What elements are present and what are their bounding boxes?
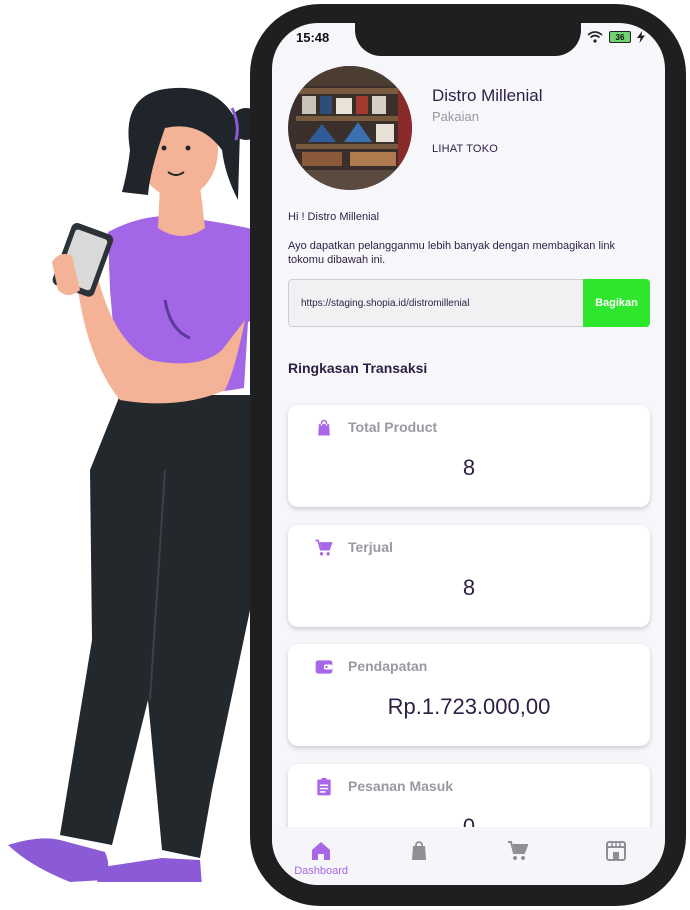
share-url-field[interactable]: https://staging.shopia.id/distromillenia…: [288, 279, 583, 327]
card-label: Pesanan Masuk: [348, 778, 454, 794]
app-screen: 15:48 36 Distro Millenial Pakaian LIHAT: [272, 23, 665, 885]
store-icon: [605, 841, 626, 861]
nav-store[interactable]: [567, 827, 665, 885]
shoe-sole: [96, 882, 202, 888]
share-button[interactable]: Bagikan: [583, 279, 650, 327]
nav-products[interactable]: [370, 827, 468, 885]
phone-notch: [355, 4, 581, 56]
status-time: 15:48: [296, 30, 330, 45]
card-label: Terjual: [348, 539, 393, 555]
nav-dashboard[interactable]: Dashboard: [272, 827, 370, 885]
summary-title: Ringkasan Transaksi: [288, 360, 428, 376]
eye: [161, 145, 167, 151]
eye: [185, 145, 191, 151]
store-name: Distro Millenial: [432, 86, 543, 105]
nav-cart[interactable]: [469, 827, 567, 885]
left-shoe: [8, 838, 109, 882]
shopping-bag-icon: [318, 419, 330, 436]
card-label: Total Product: [348, 419, 438, 435]
wallet-icon: [315, 660, 333, 674]
nav-label: Dashboard: [294, 865, 349, 877]
card-label: Pendapatan: [348, 658, 428, 674]
card-value: Rp.1.723.000,00: [387, 694, 551, 719]
pants: [60, 395, 262, 858]
share-info-text: Ayo dapatkan pelangganmu lebih banyak de…: [288, 240, 615, 266]
store-category: Pakaian: [432, 109, 479, 124]
status-icons: 36: [587, 31, 645, 43]
summary-card-total-product[interactable]: Total Product 8: [288, 405, 650, 507]
wifi-icon: [587, 31, 603, 43]
bottom-navigation: Dashboard: [272, 827, 665, 885]
shopping-bag-icon: [412, 841, 427, 860]
clipboard-icon: [317, 777, 331, 796]
charging-icon: [637, 31, 645, 43]
share-link-box: https://staging.shopia.id/distromillenia…: [288, 279, 650, 327]
home-icon: [312, 842, 331, 860]
card-value: 8: [462, 575, 476, 600]
summary-card-sold[interactable]: Terjual 8: [288, 525, 650, 627]
card-value: 8: [462, 455, 476, 480]
greeting-text: Hi ! Distro Millenial: [288, 211, 380, 223]
view-store-link[interactable]: LIHAT TOKO: [432, 143, 498, 155]
summary-card-revenue[interactable]: Pendapatan Rp.1.723.000,00: [288, 644, 650, 746]
cart-icon: [507, 841, 529, 860]
cart-icon: [315, 539, 333, 556]
battery-icon: 36: [609, 31, 631, 43]
store-photo: [288, 66, 412, 190]
